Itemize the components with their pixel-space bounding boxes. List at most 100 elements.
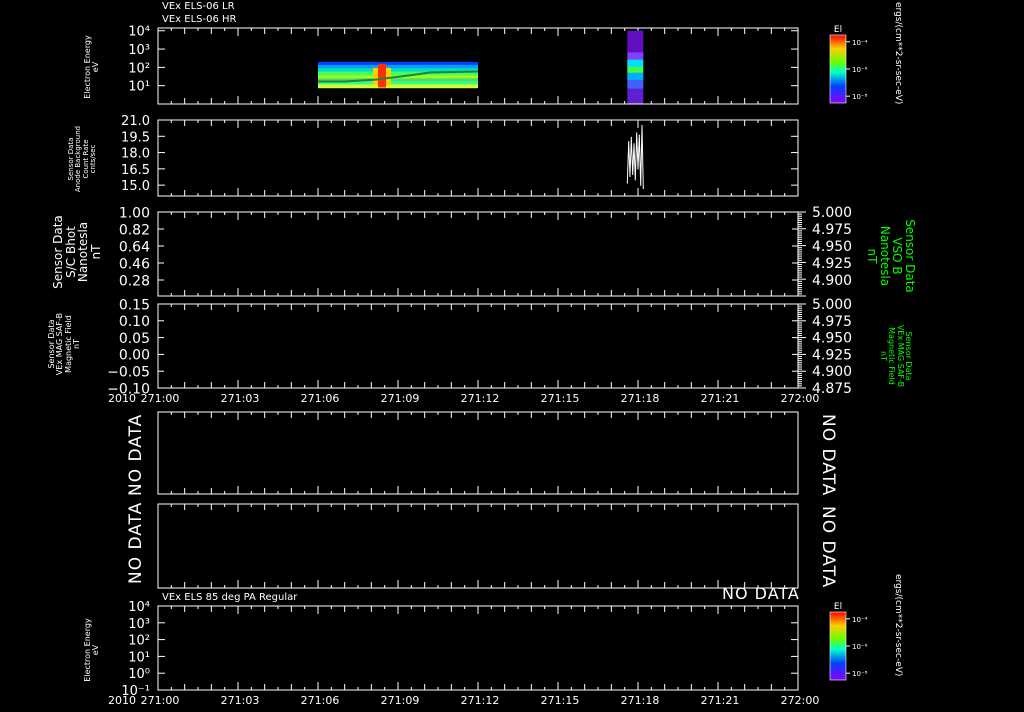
p3-right-ylabel-line4: nT <box>865 248 880 264</box>
p1-ytick-label: 10³ <box>128 43 150 58</box>
p2-count-rate-point <box>633 143 635 145</box>
p4-right-tick-label: 4.950 <box>812 331 852 347</box>
spectrogram-column-b-layer <box>627 79 644 90</box>
time-axis-tick-label: 271:18 <box>621 694 660 707</box>
p4-ytick-label: 0.15 <box>119 297 150 313</box>
p3-ylabel-line1: Sensor Data <box>51 215 65 289</box>
top-title-hr: VEx ELS-06 HR <box>162 14 237 25</box>
time-axis-tick-label: 271:09 <box>381 392 420 405</box>
p6-nodata-left: NO DATA <box>126 501 146 584</box>
chart-canvas: 10⁴10³10²10¹El10⁻⁴10⁻⁶10⁻⁸El10⁻⁴10⁻⁶10⁻⁸… <box>107 25 868 707</box>
time-axis-tick-label: 271:15 <box>541 694 580 707</box>
p2-ytick-label: 19.5 <box>121 130 150 145</box>
time-axis-tick-label: 271:00 <box>141 392 180 405</box>
bottom-title: VEx ELS 85 deg PA Regular <box>162 592 298 603</box>
p1-colorbar-tick-label: 10⁻⁴ <box>852 39 868 47</box>
spectrogram-column-b-layer <box>627 52 644 61</box>
p2-count-rate-point <box>626 182 628 184</box>
p2-count-rate-point <box>629 175 631 178</box>
p2-count-rate-point <box>640 184 642 186</box>
p7-frame <box>157 605 799 691</box>
p7-ytick-label: 10³ <box>128 617 150 632</box>
time-axis-tick-label: 271:03 <box>221 694 260 707</box>
p3-ytick-label: 0.28 <box>119 273 150 289</box>
p4-right-ylabel-line4: nT <box>878 351 888 361</box>
p6-nodata-right: NO DATA <box>818 506 838 589</box>
p3-ytick-label: 1.00 <box>119 205 150 221</box>
p3-right-ylabel-line2: VSO B <box>890 237 905 275</box>
plot-stage: 10⁴ 10³ 10² 10¹ El 10⁻⁴ 10⁻⁶ 10⁻⁸ El 10⁻⁴ 10⁻⁶ 10⁻⁸… <box>0 0 1024 708</box>
top-title-lr: VEx ELS-06 LR <box>162 1 235 12</box>
p5-nodata-left: NO DATA <box>126 413 146 496</box>
p1-colorbar-unit: ergs/(cm**2-sr-sec-eV) <box>893 2 903 105</box>
p3-ylabel-line4: nT <box>88 244 103 260</box>
p3-ytick-label: 0.46 <box>119 256 150 272</box>
spectrogram-band-a-layer <box>318 84 478 89</box>
p7-colorbar-unit: ergs/(cm**2-sr-sec-eV) <box>893 574 903 677</box>
time-axis-tick-label: 271:09 <box>381 694 420 707</box>
p5-nodata-right: NO DATA <box>818 414 838 497</box>
p3-right-tick-label: 4.975 <box>812 222 852 238</box>
p7-colorbar <box>829 611 847 681</box>
p2-count-rate-line <box>626 125 644 189</box>
p3-right-tick-label: 4.925 <box>812 256 852 272</box>
spectrogram-band-a-warm <box>373 67 378 86</box>
p7-colorbar-tick-label: 10⁻⁴ <box>852 616 868 624</box>
p1-ytick-label: 10² <box>128 61 150 76</box>
p4-ytick-label: 0.05 <box>119 331 150 347</box>
p3-right-ylabel-line1: Sensor Data <box>903 219 917 293</box>
time-axis-tick-label: 271:21 <box>701 694 740 707</box>
p4-right-tick-label: 5.000 <box>812 297 852 313</box>
spectrogram-column-b-layer <box>627 88 644 104</box>
p4-right-ylabel-line1: Sensor Data <box>904 331 913 381</box>
p1-colorbar-title: El <box>834 25 842 35</box>
p2-count-rate-point <box>638 134 640 136</box>
time-axis-year: 2010 <box>108 392 136 405</box>
p2-count-rate-point <box>642 187 644 189</box>
time-axis-tick-label: 272:00 <box>781 392 820 405</box>
time-axis-tick-label: 271:12 <box>461 392 500 405</box>
p2-count-rate-point <box>634 179 636 181</box>
p4-ytick-label: 0.00 <box>119 348 150 364</box>
p2-ylabel: Sensor Data Anode Background Count Rate … <box>67 122 98 196</box>
spectrogram-column-b-layer <box>627 30 644 53</box>
p2-count-rate-point <box>641 124 643 127</box>
spectrogram-band-a-hotspot <box>378 63 386 88</box>
p7-ytick-label: 10² <box>128 634 150 649</box>
p7-ytick-label: 10⁰ <box>128 667 150 682</box>
p4-right-ylabel-line3: Magnetic Field <box>887 327 897 385</box>
time-axis-year: 2010 <box>108 694 136 707</box>
time-axis-tick-label: 271:03 <box>221 392 260 405</box>
p2-ytick-label: 18.0 <box>121 147 150 162</box>
p4-ylabel: Sensor Data VEx MAG SAF-B Magnetic Field… <box>47 308 82 380</box>
p1-ylabel: Electron Energy eV <box>83 31 101 103</box>
p5-frame <box>157 411 799 495</box>
p3-right-tick-label: 5.000 <box>812 205 852 221</box>
p3-right-tick-label: 4.900 <box>812 273 852 289</box>
p4-ytick-label: −0.05 <box>107 365 150 381</box>
p2-ytick-label: 16.5 <box>121 163 150 178</box>
p4-right-ylabel: Sensor Data VEx MAG SAF-B Magnetic Field… <box>878 318 913 394</box>
p2-count-rate-point <box>636 132 638 134</box>
p7-colorbar-tick-label: 10⁻⁶ <box>852 643 868 651</box>
spectrogram-column-b-layer <box>627 72 644 81</box>
p3-frame <box>157 211 799 297</box>
p4-ylabel-line4: nT <box>72 339 82 349</box>
time-axis-tick-label: 271:06 <box>301 694 340 707</box>
p3-right-ylabel-line3: Nanotesla <box>877 225 892 287</box>
time-axis-tick-label: 271:12 <box>461 694 500 707</box>
p2-count-rate-point <box>628 141 630 143</box>
time-axis-tick-label: 271:00 <box>141 694 180 707</box>
time-axis-tick-label: 271:18 <box>621 392 660 405</box>
p1-colorbar-tick-label: 10⁻⁶ <box>852 66 868 74</box>
p2-ytick-label: 21.0 <box>121 114 150 129</box>
p2-ylabel-line4: cnts/sec <box>89 144 98 174</box>
p4-right-tick-label: 4.925 <box>812 347 852 363</box>
p1-colorbar <box>829 34 847 104</box>
spectrogram-band-a-layer <box>318 64 478 69</box>
p7-ylabel: Electron Energy eV <box>83 614 101 686</box>
p3-right-ylabel: Sensor Data VSO B Nanotesla nT <box>865 216 917 296</box>
p3-ylabel-line3: Nanotesla <box>76 221 91 283</box>
p4-right-ylabel-line2: VEx MAG SAF-B <box>895 324 905 388</box>
spectrogram-column-b-layer <box>627 59 644 68</box>
